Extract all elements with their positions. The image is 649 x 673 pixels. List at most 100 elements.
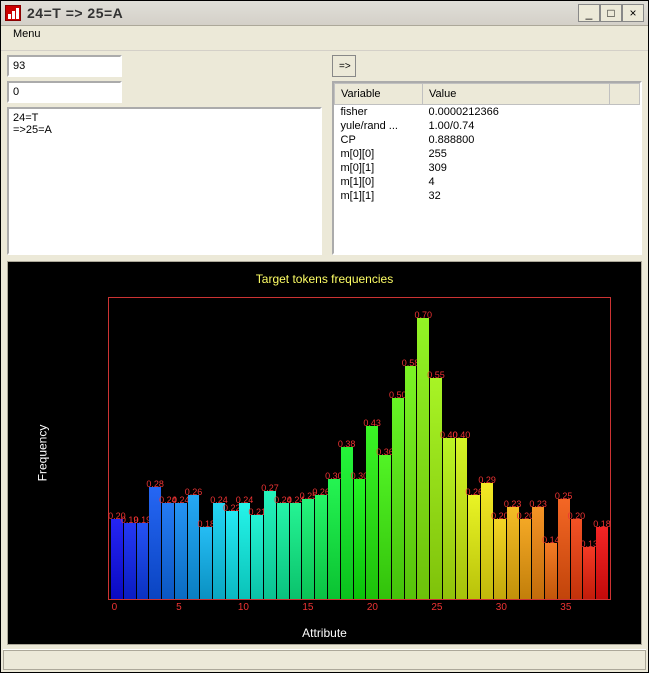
bar [315, 495, 327, 599]
bar-wrap: 0.26 [468, 298, 480, 599]
bar [392, 398, 404, 599]
cell-value: 1.00/0.74 [423, 119, 610, 133]
x-tick: 25 [431, 602, 442, 613]
go-button[interactable]: => [332, 55, 356, 77]
cell-value: 255 [423, 147, 610, 161]
table-row[interactable]: CP0.888800 [335, 133, 640, 147]
bar-wrap: 0.19 [137, 298, 149, 599]
table-row[interactable]: m[1][1]32 [335, 189, 640, 203]
cell-variable: fisher [335, 105, 423, 120]
bar-wrap: 0.30 [328, 298, 340, 599]
bar [545, 543, 557, 599]
bar-wrap: 0.23 [532, 298, 544, 599]
menu-item-menu[interactable]: Menu [7, 26, 47, 42]
table-row[interactable]: m[1][0]4 [335, 175, 640, 189]
app-window: 24=T => 25=A _ □ × Menu => Va [0, 0, 649, 673]
bar [481, 483, 493, 599]
bar [111, 519, 123, 599]
bar [290, 503, 302, 599]
chart-xlabel: Attribute [8, 626, 641, 640]
bar-wrap: 0.25 [302, 298, 314, 599]
minimize-button[interactable]: _ [578, 4, 600, 22]
bar-wrap: 0.19 [124, 298, 136, 599]
bar [302, 499, 314, 599]
bar-label: 0.18 [593, 519, 611, 529]
cell-variable: yule/rand ... [335, 119, 423, 133]
plot-area: 0.200.190.190.280.240.240.260.180.240.22… [109, 298, 610, 599]
bar [341, 447, 353, 600]
cell-variable: CP [335, 133, 423, 147]
plot-frame: 0.200.190.190.280.240.240.260.180.240.22… [108, 297, 611, 600]
bar [213, 503, 225, 599]
bar-wrap: 0.28 [149, 298, 161, 599]
x-tick: 10 [238, 602, 249, 613]
bar [468, 495, 480, 599]
bar [239, 503, 251, 599]
cell-value: 32 [423, 189, 610, 203]
bar-wrap: 0.24 [213, 298, 225, 599]
histogram-app-icon [5, 5, 21, 21]
maximize-button[interactable]: □ [600, 4, 622, 22]
window-title: 24=T => 25=A [27, 5, 572, 21]
column-header-value[interactable]: Value [423, 84, 610, 105]
bar-wrap: 0.24 [162, 298, 174, 599]
bar-wrap: 0.55 [430, 298, 442, 599]
bar [596, 527, 608, 599]
x-tick: 35 [560, 602, 571, 613]
table-row[interactable]: m[0][0]255 [335, 147, 640, 161]
bar [443, 438, 455, 599]
stats-listview[interactable]: Variable Value fisher0.0000212366yule/ra… [332, 81, 642, 255]
cell-variable: m[1][0] [335, 175, 423, 189]
bar-wrap: 0.70 [417, 298, 429, 599]
cell-value: 0.888800 [423, 133, 610, 147]
bar-wrap: 0.58 [405, 298, 417, 599]
bar [137, 523, 149, 599]
bar [571, 519, 583, 599]
bar [354, 479, 366, 599]
bar [405, 366, 417, 599]
bar [162, 503, 174, 599]
right-column: => Variable Value fisher0.0000212366yule… [332, 55, 642, 255]
bar [226, 511, 238, 599]
bar-wrap: 0.20 [494, 298, 506, 599]
bar-wrap: 0.26 [315, 298, 327, 599]
cell-variable: m[1][1] [335, 189, 423, 203]
chart-panel: Target tokens frequencies Frequency Attr… [7, 261, 642, 645]
top-panels: => Variable Value fisher0.0000212366yule… [7, 55, 642, 255]
bar-wrap: 0.13 [583, 298, 595, 599]
x-tick: 20 [367, 602, 378, 613]
table-row[interactable]: yule/rand ...1.00/0.74 [335, 119, 640, 133]
bar [200, 527, 212, 599]
bar [124, 523, 136, 599]
bar-wrap: 0.24 [239, 298, 251, 599]
bar-wrap: 0.23 [507, 298, 519, 599]
rule-textbox[interactable] [7, 107, 322, 255]
x-tick: 15 [302, 602, 313, 613]
bar-wrap: 0.20 [571, 298, 583, 599]
bar-wrap: 0.50 [392, 298, 404, 599]
cell-value: 309 [423, 161, 610, 175]
bar-wrap: 0.24 [290, 298, 302, 599]
bar [379, 455, 391, 599]
close-button[interactable]: × [622, 4, 644, 22]
bar-wrap: 0.38 [341, 298, 353, 599]
input-field-1[interactable] [7, 55, 122, 77]
bar-wrap: 0.27 [264, 298, 276, 599]
bar-wrap: 0.18 [596, 298, 608, 599]
bar [417, 318, 429, 599]
table-row[interactable]: m[0][1]309 [335, 161, 640, 175]
chart-ylabel: Frequency [35, 425, 49, 482]
column-header-variable[interactable]: Variable [335, 84, 423, 105]
input-field-2[interactable] [7, 81, 122, 103]
bar [583, 547, 595, 599]
bar-wrap: 0.36 [379, 298, 391, 599]
x-tick: 30 [496, 602, 507, 613]
cell-value: 0.0000212366 [423, 105, 610, 120]
column-header-spacer[interactable] [610, 84, 640, 105]
bar-wrap: 0.14 [545, 298, 557, 599]
table-row[interactable]: fisher0.0000212366 [335, 105, 640, 120]
menubar: Menu [1, 26, 648, 51]
content-area: => Variable Value fisher0.0000212366yule… [1, 51, 648, 649]
bar-wrap: 0.40 [456, 298, 468, 599]
bar-wrap: 0.29 [481, 298, 493, 599]
